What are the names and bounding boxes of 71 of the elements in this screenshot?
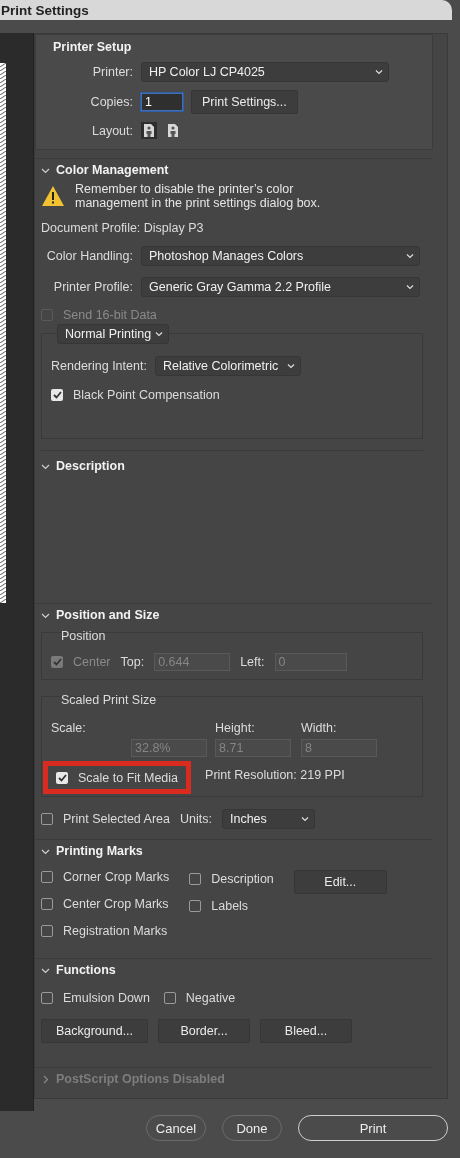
field-label: Rendering Intent: <box>51 359 147 373</box>
field-label: Width: <box>301 721 338 735</box>
section-title: Printing Marks <box>56 844 143 858</box>
dropdown[interactable]: HP Color LJ CP4025 <box>141 62 389 82</box>
checkbox-label: Description <box>211 872 274 886</box>
checkbox-label: Center Crop Marks <box>63 897 169 911</box>
checkbox-label: Labels <box>211 899 249 913</box>
dropdown[interactable]: Inches <box>221 809 315 829</box>
section-title: Printer Setup <box>53 40 133 54</box>
window-title: Print Settings <box>1 2 89 18</box>
section-title: Description <box>56 459 125 473</box>
checkbox[interactable] <box>189 900 202 912</box>
checkbox-label: Corner Crop Marks <box>63 870 170 884</box>
dropdown[interactable]: Normal Printing <box>57 324 169 344</box>
checkbox[interactable] <box>163 992 176 1004</box>
checkbox[interactable] <box>189 873 202 885</box>
dialog-button[interactable]: Print <box>298 1115 448 1141</box>
checkbox[interactable] <box>41 925 53 937</box>
section-title: Functions <box>56 963 116 977</box>
print-resolution: Print Resolution: 219 PPI <box>205 767 345 782</box>
edit-button[interactable]: Edit... <box>293 870 387 894</box>
caret-icon <box>406 284 414 290</box>
function-button[interactable]: Border... <box>158 1019 250 1043</box>
caret-icon <box>155 331 163 337</box>
dialog-button[interactable]: Cancel <box>146 1115 206 1141</box>
checkbox-label: Print Selected Area <box>63 812 170 826</box>
checkbox[interactable] <box>56 772 68 784</box>
caret-icon <box>375 69 383 75</box>
field-label: Color Handling: <box>45 249 133 263</box>
checkbox-label: Black Point Compensation <box>73 388 220 402</box>
dropdown[interactable]: Generic Gray Gamma 2.2 Profile <box>141 277 420 297</box>
checkbox[interactable] <box>41 898 53 910</box>
caret-icon <box>406 253 414 259</box>
checkbox-label: Registration Marks <box>63 924 168 938</box>
function-button[interactable]: Background... <box>41 1019 148 1043</box>
checkbox-label: Send 16-bit Data <box>63 308 157 322</box>
field-label: Height: <box>215 721 256 735</box>
checkbox-label: Emulsion Down <box>63 991 150 1005</box>
field-label: Top: <box>120 655 145 669</box>
dropdown[interactable]: Relative Colorimetric <box>154 356 301 376</box>
section-title: PostScript Options Disabled <box>56 1072 225 1086</box>
checkbox[interactable] <box>41 992 53 1004</box>
field-label: Layout: <box>91 123 133 138</box>
dialog-button[interactable]: Done <box>222 1115 282 1141</box>
group-title: Scaled Print Size <box>61 693 158 707</box>
field-label: Units: <box>180 812 212 826</box>
field-label: Printer: <box>91 65 133 79</box>
warning-message: Remember to disable the printer’s color management in the print settings dialog box. <box>75 182 322 210</box>
field-label: Scale: <box>51 721 87 735</box>
caret-icon <box>286 363 295 369</box>
checkbox[interactable] <box>51 389 63 401</box>
warning-icon <box>41 185 65 207</box>
section-title: Position and Size <box>56 608 160 622</box>
function-button[interactable]: Bleed... <box>260 1019 352 1043</box>
field-label: Printer Profile: <box>52 280 133 294</box>
dropdown[interactable]: Photoshop Manages Colors <box>141 246 420 266</box>
field-label: Copies: <box>89 95 133 109</box>
checkbox-label: Center <box>73 655 111 669</box>
group-title: Position <box>61 629 107 643</box>
document-profile: Document Profile: Display P3 <box>41 221 205 235</box>
checkbox[interactable] <box>41 871 53 883</box>
portrait-layout-icon[interactable] <box>165 122 181 139</box>
section-title: Color Management <box>56 163 169 177</box>
portrait-layout-icon[interactable] <box>141 122 157 139</box>
print-settings-button[interactable]: Print Settings... <box>191 90 298 114</box>
caret-icon <box>300 816 309 822</box>
field-label: Left: <box>240 655 265 669</box>
copies-field[interactable]: 1 <box>141 93 183 111</box>
checkbox-label: Scale to Fit Media <box>78 771 179 785</box>
checkbox-label: Negative <box>185 991 236 1005</box>
checkbox[interactable] <box>41 813 53 825</box>
